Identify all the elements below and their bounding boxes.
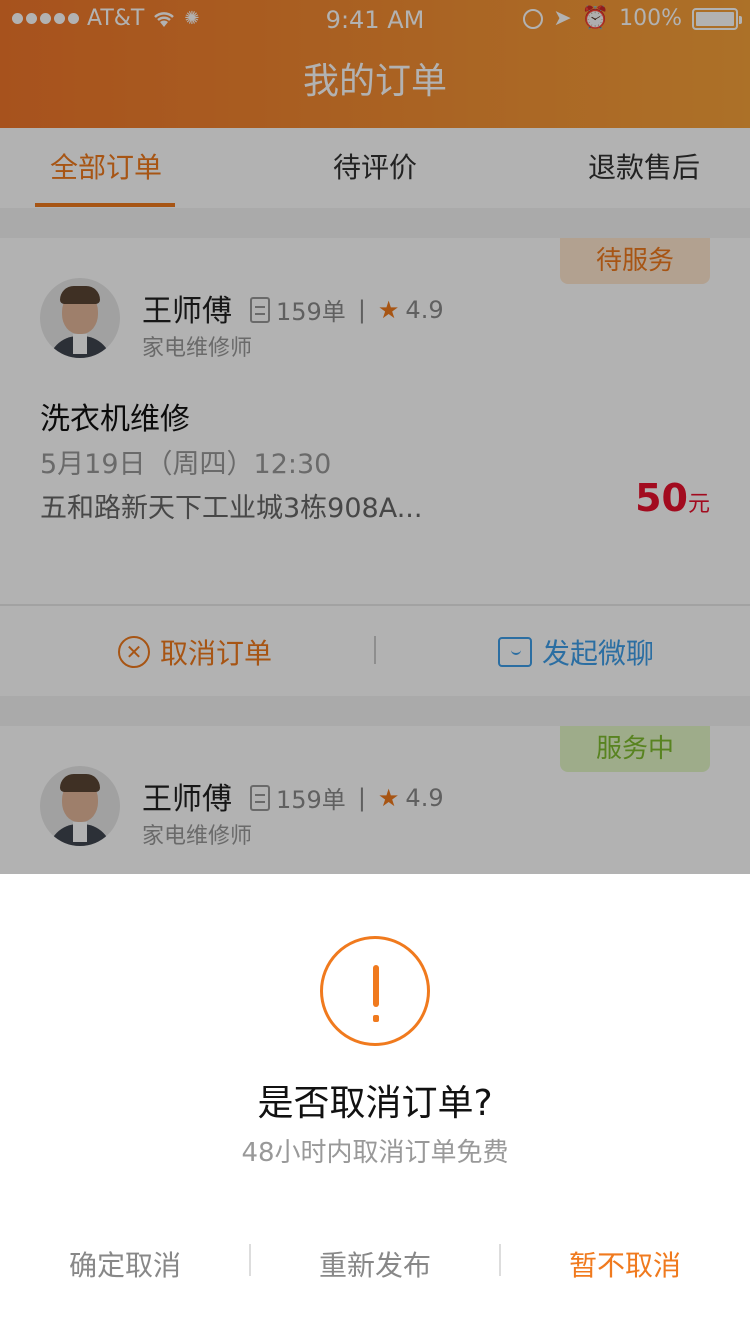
warning-icon	[320, 936, 430, 1046]
keep-order-button[interactable]: 暂不取消	[500, 1244, 750, 1284]
dialog-subtitle: 48小时内取消订单免费	[241, 1138, 509, 1168]
cancel-dialog: 是否取消订单? 48小时内取消订单免费 确定取消 重新发布 暂不取消	[0, 874, 750, 1334]
confirm-cancel-button[interactable]: 确定取消	[0, 1244, 250, 1284]
republish-button[interactable]: 重新发布	[250, 1244, 500, 1284]
modal-backdrop[interactable]	[0, 0, 750, 874]
dialog-title: 是否取消订单?	[257, 1083, 493, 1124]
